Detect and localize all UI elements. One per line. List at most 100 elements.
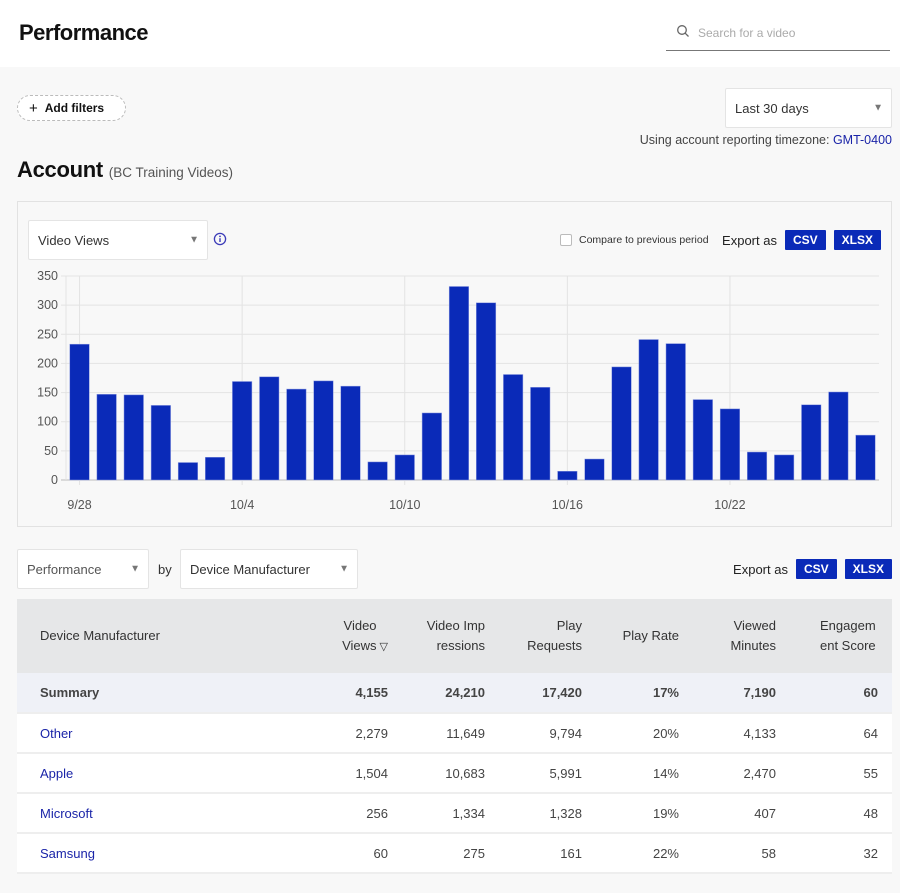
export-csv-button[interactable]: CSV xyxy=(795,559,837,579)
bar-10-10 xyxy=(394,454,415,481)
info-icon[interactable] xyxy=(213,232,227,246)
table-row: Apple 1,504 10,683 5,991 14% 2,470 55 xyxy=(17,753,892,794)
timezone-link[interactable]: GMT-0400 xyxy=(833,133,892,147)
export-label: Export as xyxy=(722,232,777,248)
export-label: Export as xyxy=(733,561,788,577)
bar-10-9 xyxy=(367,461,388,481)
bar-10-3 xyxy=(205,457,226,481)
cell-video-impressions: 1,334 xyxy=(402,793,499,834)
dimension-select[interactable]: Device Manufacturer ▼ xyxy=(180,549,358,589)
chart-export: Export as CSV XLSX xyxy=(722,230,881,250)
performance-table: Device Manufacturer Video Views ▽ Video I… xyxy=(17,599,892,874)
caret-down-icon: ▼ xyxy=(873,102,883,114)
bar-9-30 xyxy=(123,394,144,481)
caret-down-icon: ▼ xyxy=(189,234,199,246)
manufacturer-link[interactable]: Microsoft xyxy=(40,806,93,821)
bar-10-1 xyxy=(150,405,171,481)
report-select[interactable]: Performance ▼ xyxy=(17,549,149,589)
add-filters-label: Add filters xyxy=(44,101,105,115)
chart-panel: Video Views ▼ Compare to previous period… xyxy=(17,201,892,527)
manufacturer-link[interactable]: Apple xyxy=(40,766,73,781)
account-heading: Account (BC Training Videos) xyxy=(17,157,233,183)
search-input[interactable] xyxy=(698,23,883,43)
cell-play-requests: 1,328 xyxy=(499,793,596,834)
column-header-device-manufacturer[interactable]: Device Manufacturer xyxy=(17,599,302,673)
timezone-note: Using account reporting timezone: GMT-04… xyxy=(640,133,892,147)
cell-device-manufacturer: Apple xyxy=(17,753,302,794)
summary-video-views: 4,155 xyxy=(302,673,402,714)
summary-row: Summary 4,155 24,210 17,420 17% 7,190 60 xyxy=(17,673,892,714)
column-header-play-requests[interactable]: Play Requests xyxy=(499,599,596,673)
caret-down-icon: ▼ xyxy=(130,563,140,575)
bar-10-5 xyxy=(259,376,280,481)
table-row: Samsung 60 275 161 22% 58 32 xyxy=(17,833,892,874)
bar-10-11 xyxy=(421,412,442,481)
compare-label: Compare to previous period xyxy=(579,234,709,246)
bar-10-22 xyxy=(719,408,740,481)
compare-checkbox[interactable] xyxy=(560,234,572,246)
summary-engagement-score: 60 xyxy=(790,673,892,714)
video-views-chart: 0 50 100 150 200 250 300 350 9/28 10/4 10/10 10/16 1… xyxy=(37,269,879,512)
sort-desc-icon: ▽ xyxy=(379,640,388,653)
cell-viewed-minutes: 407 xyxy=(693,793,790,834)
page-title: Performance xyxy=(19,20,149,45)
bar-10-8 xyxy=(340,385,361,481)
export-csv-button[interactable]: CSV xyxy=(784,230,826,250)
summary-play-requests: 17,420 xyxy=(499,673,596,714)
bar-10-2 xyxy=(177,462,198,481)
cell-play-requests: 161 xyxy=(499,833,596,874)
column-header-play-rate[interactable]: Play Rate xyxy=(596,599,693,673)
column-header-video-impressions[interactable]: Video Impressions xyxy=(402,599,499,673)
cell-play-rate: 22% xyxy=(596,833,693,874)
cell-video-views: 60 xyxy=(302,833,402,874)
y-tick-label: 0 xyxy=(51,473,58,487)
cell-engagement-score: 48 xyxy=(790,793,892,834)
cell-play-rate: 14% xyxy=(596,753,693,794)
cell-engagement-score: 64 xyxy=(790,713,892,754)
by-label: by xyxy=(158,562,172,577)
date-range-select[interactable]: Last 30 days ▼ xyxy=(725,88,892,128)
y-tick-label: 250 xyxy=(37,327,58,341)
cell-viewed-minutes: 4,133 xyxy=(693,713,790,754)
search-box[interactable] xyxy=(666,17,890,51)
bar-10-12 xyxy=(448,286,469,481)
summary-viewed-minutes: 7,190 xyxy=(693,673,790,714)
column-header-video-views[interactable]: Video Views ▽ xyxy=(302,599,402,673)
x-tick-label: 10/22 xyxy=(714,498,745,512)
bar-10-15 xyxy=(530,387,551,481)
bar-10-7 xyxy=(313,380,334,481)
cell-viewed-minutes: 58 xyxy=(693,833,790,874)
add-filters-button[interactable]: + Add filters xyxy=(17,95,126,121)
table-export: Export as CSV XLSX xyxy=(733,559,892,579)
bar-10-18 xyxy=(611,366,632,481)
table-header-row: Device Manufacturer Video Views ▽ Video I… xyxy=(17,599,892,673)
column-header-viewed-minutes[interactable]: Viewed Minutes xyxy=(693,599,790,673)
bar-9-28 xyxy=(69,343,90,481)
account-title: Account xyxy=(17,157,103,182)
export-xlsx-button[interactable]: XLSX xyxy=(833,230,881,250)
bar-10-14 xyxy=(503,374,524,481)
y-tick-label: 300 xyxy=(37,298,58,312)
export-xlsx-button[interactable]: XLSX xyxy=(844,559,892,579)
cell-video-impressions: 10,683 xyxy=(402,753,499,794)
column-label: Engagement Score xyxy=(820,618,876,653)
bar-9-29 xyxy=(96,394,117,481)
bar-10-16 xyxy=(557,471,578,481)
x-tick-label: 10/4 xyxy=(230,498,254,512)
manufacturer-link[interactable]: Other xyxy=(40,726,73,741)
bar-10-17 xyxy=(584,458,605,481)
manufacturer-link[interactable]: Samsung xyxy=(40,846,95,861)
summary-video-impressions: 24,210 xyxy=(402,673,499,714)
date-range-value: Last 30 days xyxy=(735,100,809,116)
bar-10-20 xyxy=(665,343,686,481)
report-value: Performance xyxy=(27,561,102,577)
column-label: Video Views xyxy=(342,617,377,653)
bar-10-25 xyxy=(801,404,822,481)
cell-device-manufacturer: Samsung xyxy=(17,833,302,874)
y-tick-label: 150 xyxy=(37,386,58,400)
column-header-engagement-score[interactable]: Engagement Score xyxy=(790,599,892,673)
bar-10-19 xyxy=(638,339,659,481)
metric-select[interactable]: Video Views ▼ xyxy=(28,220,208,260)
x-tick-label: 9/28 xyxy=(67,498,91,512)
compare-toggle[interactable]: Compare to previous period xyxy=(560,234,709,246)
